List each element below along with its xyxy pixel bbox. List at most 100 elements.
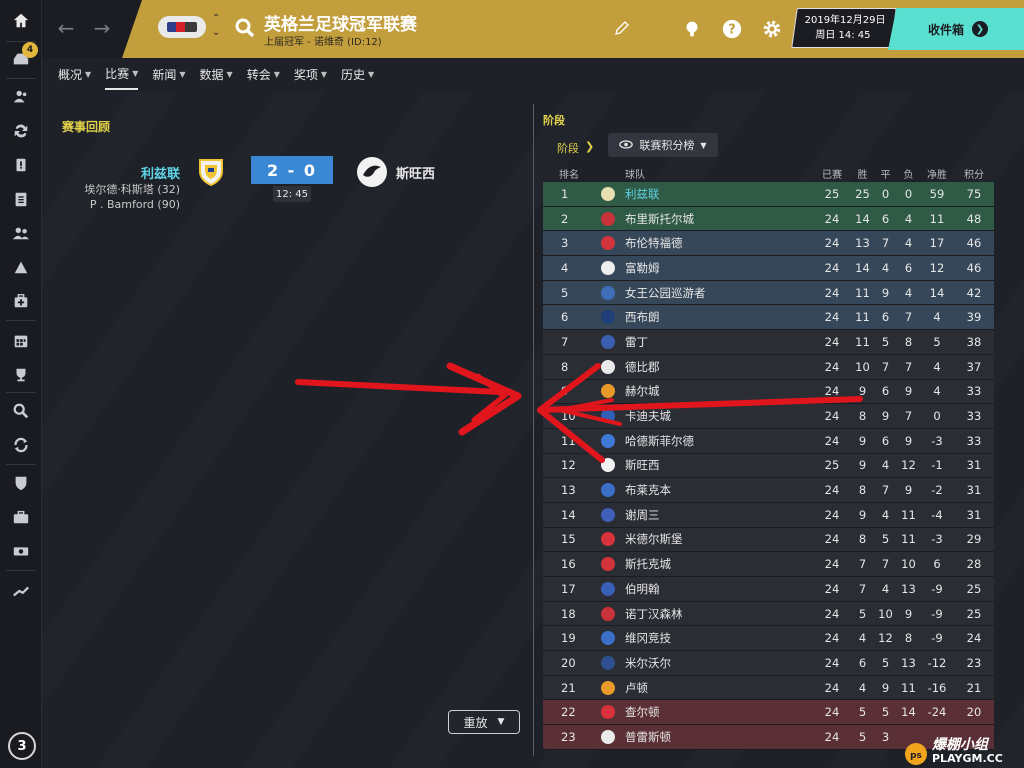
table-row[interactable]: 8 德比郡 24 10 7 7 4 37	[543, 354, 994, 380]
tab-transfers[interactable]: 转会 ▼	[247, 64, 280, 90]
match-score[interactable]: 2 - 0	[251, 156, 333, 184]
cell-team[interactable]: 西布朗	[623, 309, 813, 325]
table-row[interactable]: 6 西布朗 24 11 6 7 4 39	[543, 305, 994, 331]
training-icon[interactable]	[0, 250, 42, 284]
header-team[interactable]: 球队	[623, 166, 813, 181]
edit-icon[interactable]	[614, 20, 630, 36]
header-won[interactable]: 胜	[851, 166, 874, 181]
cell-team[interactable]: 利兹联	[623, 186, 813, 202]
processing-counter[interactable]: 3	[8, 732, 36, 760]
back-arrow-icon[interactable]: ←	[54, 16, 78, 40]
table-row[interactable]: 19 维冈竞技 24 4 12 8 -9 24	[543, 626, 994, 652]
forward-arrow-icon[interactable]: →	[90, 16, 114, 40]
cell-team[interactable]: 富勒姆	[623, 260, 813, 276]
leeds-crest-icon[interactable]	[196, 157, 226, 187]
competition-switcher[interactable]: ⌃ ⌄	[212, 12, 220, 40]
trophy-icon[interactable]	[0, 358, 42, 392]
scorer-line[interactable]: P . Bamford (90)	[60, 197, 180, 212]
table-row[interactable]: 22 查尔顿 24 5 5 14 -24 20	[543, 700, 994, 726]
finance-icon[interactable]	[0, 534, 42, 568]
info-icon[interactable]	[0, 148, 42, 182]
swansea-crest-icon[interactable]	[356, 156, 388, 188]
header-rank[interactable]: 排名	[543, 166, 593, 181]
table-row[interactable]: 5 女王公园巡游者 24 11 9 4 14 42	[543, 280, 994, 306]
table-row[interactable]: 9 赫尔城 24 9 6 9 4 33	[543, 379, 994, 405]
clipboard-icon[interactable]	[0, 182, 42, 216]
table-row[interactable]: 15 米德尔斯堡 24 8 5 11 -3 29	[543, 527, 994, 553]
cell-team[interactable]: 维冈竞技	[623, 630, 813, 646]
tab-stats[interactable]: 数据 ▼	[200, 64, 233, 90]
cell-team[interactable]: 布莱克本	[623, 482, 813, 498]
medical-icon[interactable]	[0, 284, 42, 318]
transfers-icon[interactable]	[0, 114, 42, 148]
table-row[interactable]: 16 斯托克城 24 7 7 10 6 28	[543, 552, 994, 577]
home-team-name[interactable]: 利兹联	[60, 163, 180, 182]
table-row[interactable]: 17 伯明翰 24 7 4 13 -9 25	[543, 577, 994, 602]
search-icon[interactable]	[0, 394, 42, 428]
calendar-icon[interactable]	[0, 324, 42, 358]
cell-team[interactable]: 赫尔城	[623, 383, 813, 399]
cell-team[interactable]: 米德尔斯堡	[623, 531, 813, 547]
header-points[interactable]: 积分	[954, 166, 994, 181]
cell-team[interactable]: 诺丁汉森林	[623, 606, 813, 622]
cell-team[interactable]: 女王公园巡游者	[623, 285, 813, 301]
stage-link-label[interactable]: 阶段	[557, 140, 579, 156]
table-row[interactable]: 13 布莱克本 24 8 7 9 -2 31	[543, 478, 994, 503]
table-row[interactable]: 14 谢周三 24 9 4 11 -4 31	[543, 502, 994, 528]
cell-team[interactable]: 布伦特福德	[623, 235, 813, 251]
header-gd[interactable]: 净胜	[920, 166, 954, 181]
header-drawn[interactable]: 平	[874, 166, 897, 181]
search-icon[interactable]	[234, 17, 256, 39]
away-team-name[interactable]: 斯旺西	[396, 163, 435, 182]
cell-team[interactable]: 卡迪夫城	[623, 408, 813, 424]
cell-team[interactable]: 伯明翰	[623, 581, 813, 597]
cell-team[interactable]: 布里斯托尔城	[623, 211, 813, 227]
cell-team[interactable]: 卢顿	[623, 680, 813, 696]
squad-icon[interactable]	[0, 80, 42, 114]
crest-icon	[601, 236, 615, 251]
table-view-select[interactable]: 联赛积分榜 ▼	[608, 133, 718, 157]
table-row[interactable]: 3 布伦特福德 24 13 7 4 17 46	[543, 231, 994, 257]
header-played[interactable]: 已赛	[813, 166, 851, 181]
home-icon[interactable]	[0, 4, 42, 38]
table-row[interactable]: 2 布里斯托尔城 24 14 6 4 11 48	[543, 206, 994, 232]
stage-breadcrumb[interactable]: 阶段 ❯	[557, 140, 594, 156]
cell-team[interactable]: 雷丁	[623, 334, 813, 350]
briefcase-icon[interactable]	[0, 500, 42, 534]
tab-history[interactable]: 历史 ▼	[341, 64, 374, 90]
tab-news[interactable]: 新闻 ▼	[152, 64, 185, 90]
cell-points: 28	[966, 557, 982, 572]
tab-matches[interactable]: 比赛 ▼	[105, 64, 139, 90]
table-row[interactable]: 20 米尔沃尔 24 6 5 13 -12 23	[543, 651, 994, 676]
table-row[interactable]: 4 富勒姆 24 14 4 6 12 46	[543, 256, 994, 281]
game-status-icon[interactable]	[680, 17, 704, 41]
tab-awards[interactable]: 奖项 ▼	[294, 64, 327, 90]
table-row[interactable]: 21 卢顿 24 4 9 11 -16 21	[543, 675, 994, 701]
gear-icon[interactable]	[760, 17, 784, 41]
table-row[interactable]: 10 卡迪夫城 24 8 9 7 0 33	[543, 404, 994, 429]
cell-team[interactable]: 德比郡	[623, 359, 813, 375]
refresh-icon[interactable]	[0, 428, 42, 462]
competition-logo[interactable]	[158, 16, 206, 38]
staff-icon[interactable]	[0, 216, 42, 250]
replay-button[interactable]: 重放 ▼	[448, 710, 520, 734]
table-row[interactable]: 11 哈德斯菲尔德 24 9 6 9 -3 33	[543, 428, 994, 454]
cell-team[interactable]: 普雷斯顿	[623, 729, 813, 745]
progress-icon[interactable]	[0, 574, 42, 608]
header-lost[interactable]: 负	[897, 166, 920, 181]
inbox-continue-button[interactable]: 收件箱 ❯	[888, 8, 1024, 50]
cell-team[interactable]: 斯托克城	[623, 556, 813, 572]
cell-team[interactable]: 哈德斯菲尔德	[623, 433, 813, 449]
help-icon[interactable]: ?	[720, 17, 744, 41]
club-shield-icon[interactable]	[0, 466, 42, 500]
table-row[interactable]: 1 利兹联 25 25 0 0 59 75	[543, 182, 994, 207]
table-row[interactable]: 12 斯旺西 25 9 4 12 -1 31	[543, 453, 994, 479]
cell-team[interactable]: 斯旺西	[623, 457, 813, 473]
tab-overview[interactable]: 概况 ▼	[58, 64, 91, 90]
cell-team[interactable]: 米尔沃尔	[623, 655, 813, 671]
table-row[interactable]: 18 诺丁汉森林 24 5 10 9 -9 25	[543, 601, 994, 627]
cell-team[interactable]: 谢周三	[623, 507, 813, 523]
scorer-line[interactable]: 埃尔德·科斯塔 (32)	[60, 182, 180, 197]
cell-team[interactable]: 查尔顿	[623, 704, 813, 720]
table-row[interactable]: 7 雷丁 24 11 5 8 5 38	[543, 330, 994, 355]
